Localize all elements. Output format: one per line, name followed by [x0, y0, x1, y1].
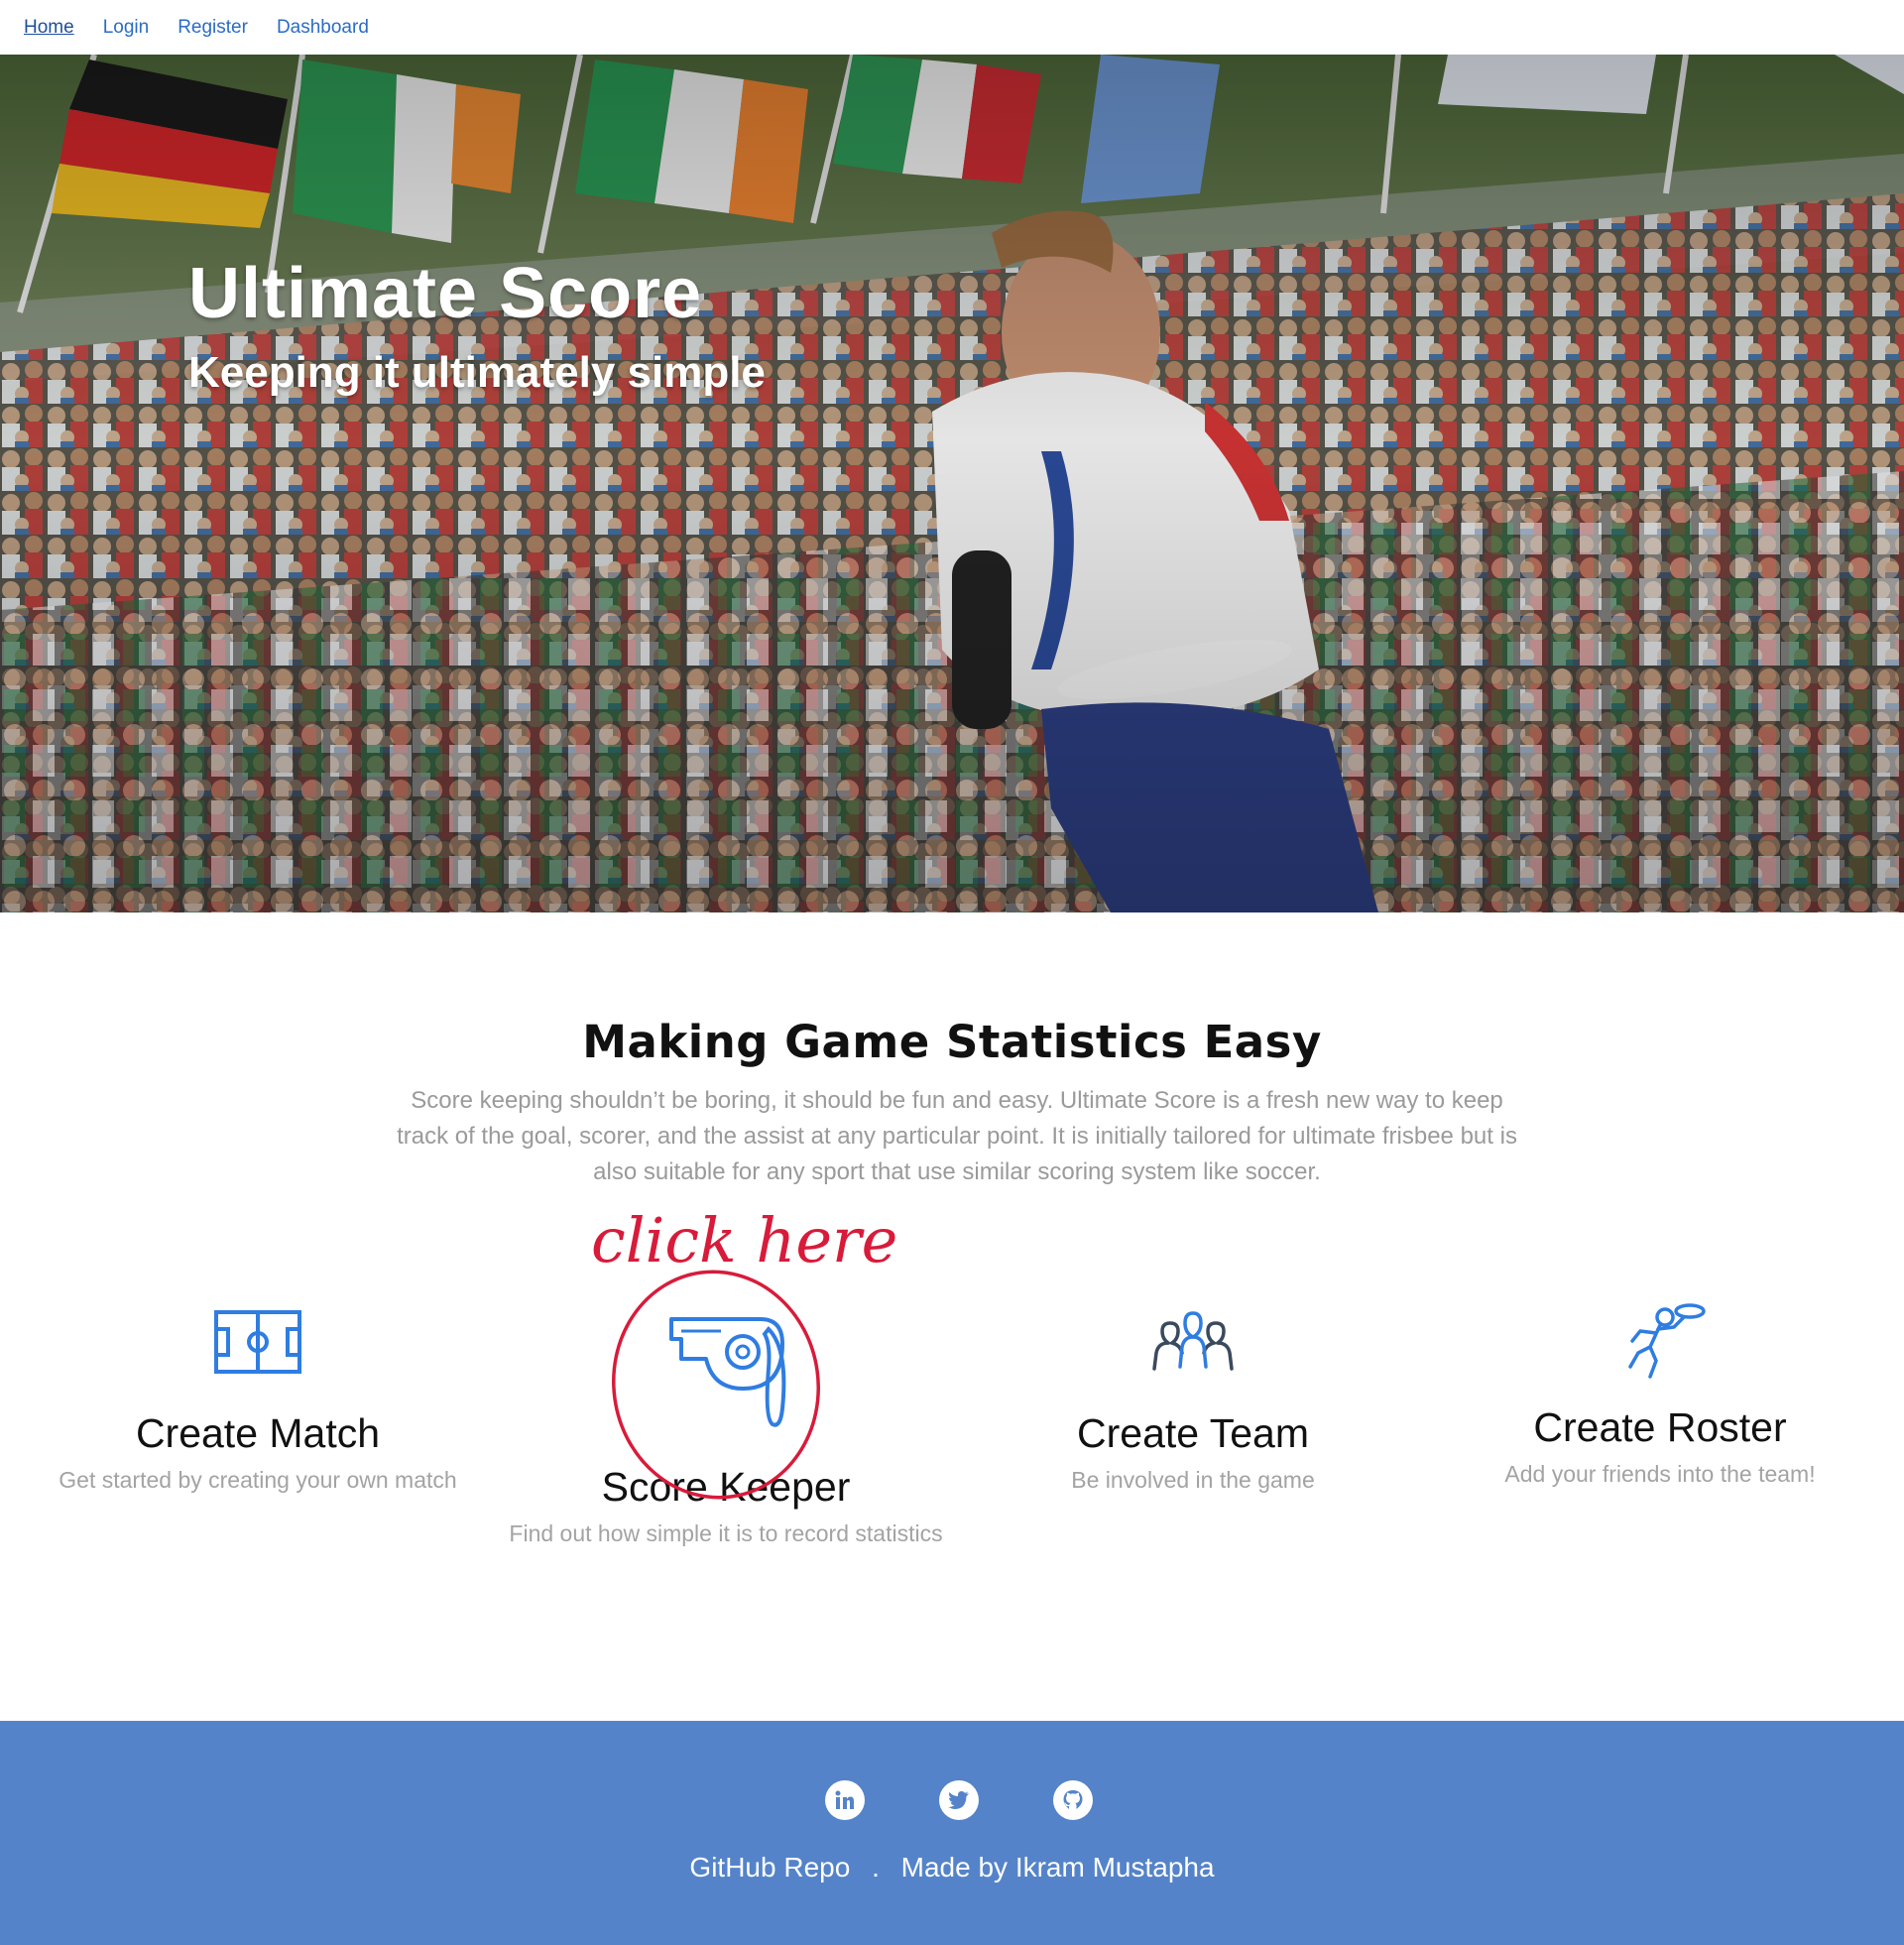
feature-title: Create Match	[135, 1410, 381, 1456]
github-repo-link[interactable]: GitHub Repo	[689, 1852, 850, 1884]
github-icon[interactable]	[1053, 1780, 1093, 1820]
feature-title: Score Keeper	[601, 1464, 851, 1510]
frisbee-player-icon	[1628, 1303, 1706, 1379]
nav-register-link[interactable]: Register	[178, 17, 248, 39]
top-nav: Home Login Register Dashboard	[0, 0, 1904, 55]
annotation-text: click here	[591, 1204, 897, 1276]
nav-home-link[interactable]: Home	[24, 17, 74, 39]
whistle-icon	[669, 1317, 786, 1427]
nav-login-link[interactable]: Login	[103, 17, 150, 39]
feature-score-keeper[interactable]: Score Keeper Find out how simple it is t…	[498, 1289, 954, 1550]
feature-title: Create Team	[1077, 1410, 1309, 1456]
soccer-field-icon	[214, 1310, 301, 1374]
footer-credits: GitHub Repo . Made by Ikram Mustapha	[0, 1852, 1904, 1884]
feature-create-team[interactable]: Create Team Be involved in the game	[965, 1309, 1421, 1497]
hero-subtitle: Keeping it ultimately simple	[188, 348, 766, 397]
feature-title: Create Roster	[1533, 1404, 1787, 1450]
linkedin-icon[interactable]	[825, 1780, 865, 1820]
section-title: Making Game Statistics Easy	[582, 1016, 1322, 1068]
made-by-text: Made by Ikram Mustapha	[900, 1852, 1215, 1883]
footer: GitHub Repo . Made by Ikram Mustapha	[0, 1721, 1904, 1945]
feature-description: Be involved in the game	[1071, 1467, 1315, 1493]
twitter-icon[interactable]	[939, 1780, 979, 1820]
feature-description: Get started by creating your own match	[59, 1467, 457, 1493]
feature-create-roster[interactable]: Create Roster Add your friends into the …	[1432, 1301, 1888, 1491]
footer-separator: .	[872, 1852, 880, 1883]
hero-banner: Ultimate Score Keeping it ultimately sim…	[0, 55, 1904, 912]
feature-description: Find out how simple it is to record stat…	[509, 1520, 943, 1546]
section-description: Score keeping shouldn’t be boring, it sh…	[397, 1087, 1517, 1185]
feature-description: Add your friends into the team!	[1504, 1461, 1816, 1487]
feature-create-match[interactable]: Create Match Get started by creating you…	[30, 1309, 486, 1497]
nav-dashboard-link[interactable]: Dashboard	[277, 17, 369, 39]
hero-background-photo	[0, 55, 1904, 912]
team-people-icon	[1152, 1311, 1234, 1371]
hero-title: Ultimate Score	[188, 254, 703, 333]
